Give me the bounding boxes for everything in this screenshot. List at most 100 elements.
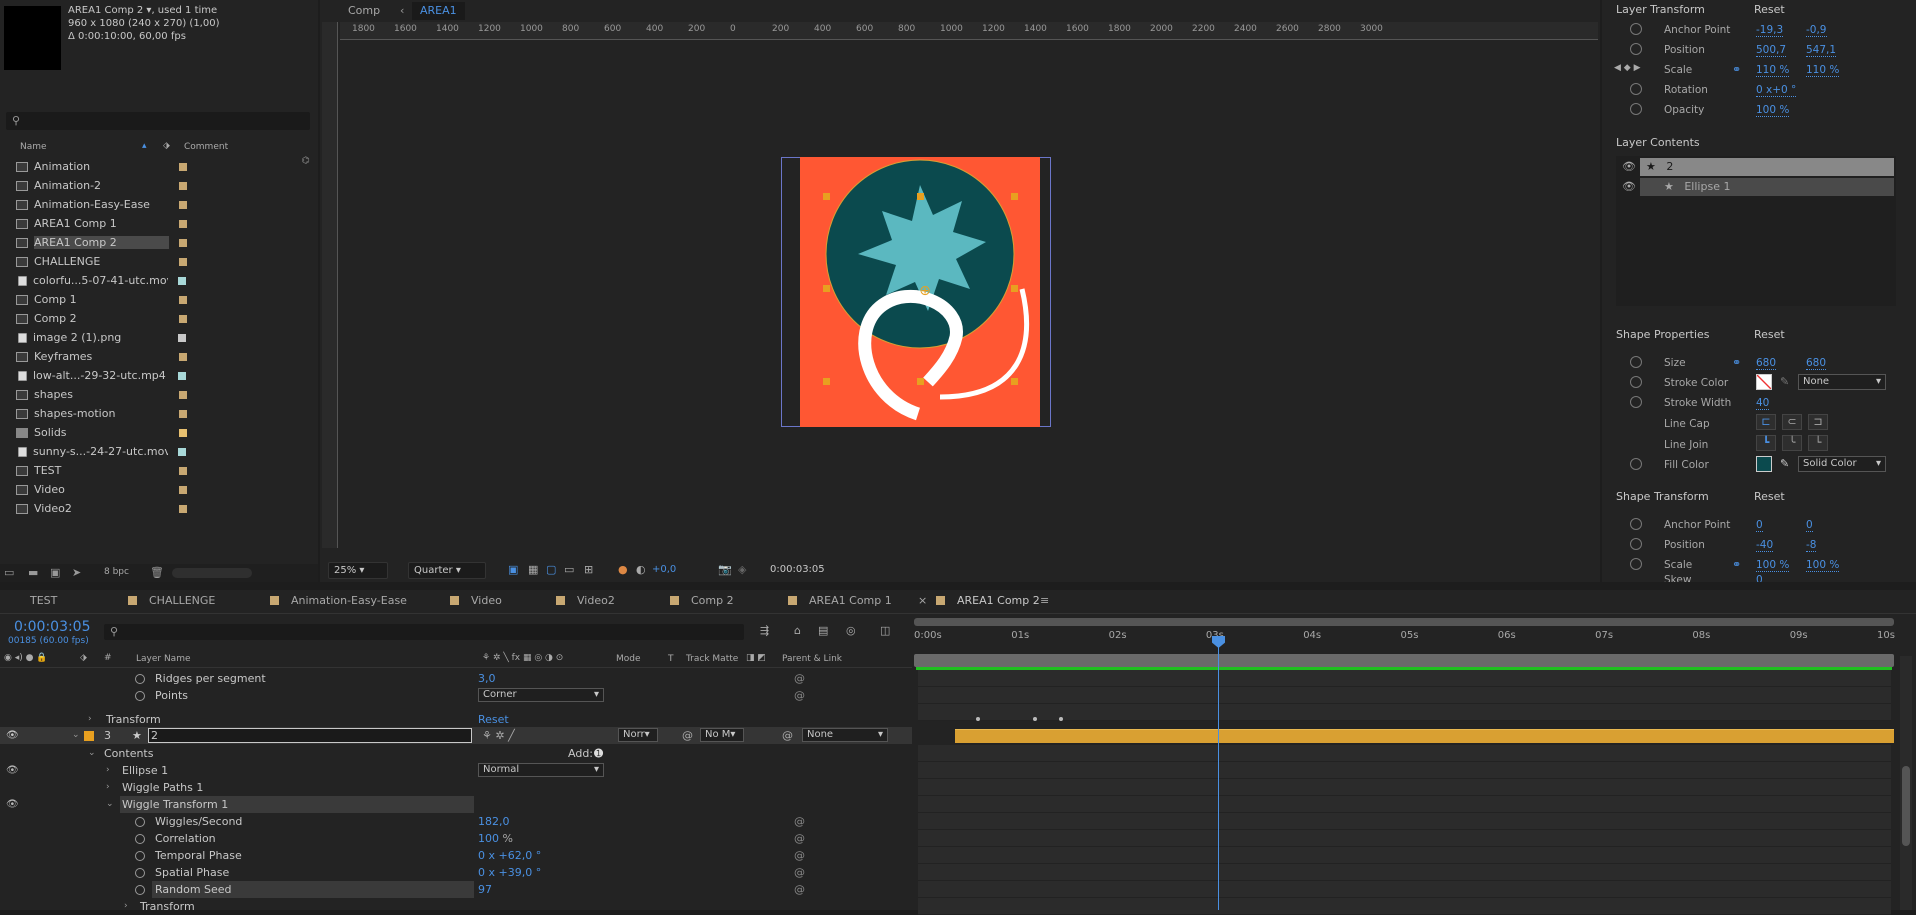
row-points[interactable]: Points Corner ▾ @ bbox=[0, 687, 912, 704]
col-parent[interactable]: Parent & Link bbox=[782, 654, 842, 664]
stopwatch-icon[interactable] bbox=[1630, 356, 1642, 368]
parent-pickwhip-icon[interactable]: @ bbox=[782, 727, 793, 744]
keyframe-dot[interactable] bbox=[976, 717, 980, 721]
comp-frame[interactable]: ⊕ bbox=[800, 157, 1040, 427]
stopwatch-icon[interactable] bbox=[135, 847, 151, 864]
label-color-swatch[interactable] bbox=[179, 257, 187, 266]
layer-duration-bar[interactable] bbox=[955, 729, 1894, 743]
col-track-matte[interactable]: Track Matte bbox=[686, 654, 738, 664]
row-random-seed[interactable]: Random Seed 97 @ bbox=[0, 881, 912, 898]
link-icon[interactable]: ⚭ bbox=[1732, 558, 1741, 571]
viewer-tab-prev[interactable]: Comp 2 bbox=[340, 2, 388, 35]
eyedropper-icon[interactable]: ✎ bbox=[1780, 457, 1789, 470]
camera-icon[interactable]: 📷 bbox=[718, 563, 732, 576]
points-dropdown[interactable]: Corner ▾ bbox=[478, 688, 604, 702]
show-snapshot-icon[interactable]: ◈ bbox=[738, 563, 746, 576]
label-color-swatch[interactable] bbox=[179, 428, 187, 437]
project-item[interactable]: Animation-2 bbox=[0, 176, 300, 195]
stopwatch-icon[interactable] bbox=[135, 687, 151, 704]
col-comment[interactable]: Comment bbox=[184, 142, 228, 152]
shape-anchor-y[interactable]: 0 bbox=[1806, 519, 1813, 532]
stopwatch-icon[interactable] bbox=[1630, 83, 1642, 95]
stopwatch-icon[interactable] bbox=[1630, 396, 1642, 408]
row-wiggle-transform[interactable]: 👁 ⌄ Wiggle Transform 1 bbox=[0, 796, 912, 813]
row-wiggle-paths[interactable]: › Wiggle Paths 1 bbox=[0, 779, 912, 796]
stopwatch-icon[interactable] bbox=[1630, 43, 1642, 55]
layer-mode-dropdown[interactable]: Norr▾ bbox=[618, 728, 658, 742]
chevron-down-icon[interactable]: ⌄ bbox=[106, 796, 114, 813]
stopwatch-icon[interactable] bbox=[1630, 518, 1642, 530]
scale-x[interactable]: 110 % bbox=[1756, 64, 1790, 77]
temporal-value[interactable]: 0 x +62,0 ° bbox=[478, 847, 541, 864]
contents-item-ellipse[interactable]: ★ Ellipse 1 bbox=[1640, 178, 1894, 196]
project-item[interactable]: sunny-s...-24-27-utc.mov bbox=[0, 442, 300, 461]
project-item[interactable]: TEST bbox=[0, 461, 300, 480]
label-color-swatch[interactable] bbox=[178, 276, 186, 285]
keyframe-dot[interactable] bbox=[1033, 717, 1037, 721]
row-ridges[interactable]: Ridges per segment 3,0 @ bbox=[0, 670, 912, 687]
project-item[interactable]: Video2 bbox=[0, 499, 300, 518]
stopwatch-icon[interactable] bbox=[1630, 23, 1642, 35]
label-color-swatch[interactable] bbox=[179, 352, 187, 361]
ridges-value[interactable]: 3,0 bbox=[478, 670, 496, 687]
stopwatch-icon[interactable] bbox=[1630, 103, 1642, 115]
expression-pickwhip-icon[interactable]: @ bbox=[794, 830, 805, 847]
label-color-swatch[interactable] bbox=[178, 371, 186, 380]
col-t[interactable]: T bbox=[668, 654, 674, 664]
shape-position-x[interactable]: -40 bbox=[1756, 539, 1774, 552]
flowchart-icon[interactable]: ⌬ bbox=[302, 156, 310, 166]
viewer-tab-active[interactable]: AREA1 Comp 2 bbox=[412, 2, 465, 53]
row-correlation[interactable]: Correlation 100 % @ bbox=[0, 830, 912, 847]
anchor-point-y[interactable]: -0,9 bbox=[1806, 24, 1827, 37]
label-color-swatch[interactable] bbox=[179, 181, 187, 190]
graph-editor-icon[interactable]: ◫ bbox=[880, 624, 890, 637]
resolution-dropdown[interactable]: Quarter ▾ bbox=[408, 562, 486, 579]
link-icon[interactable]: ⚭ bbox=[1732, 356, 1741, 369]
time-navigator[interactable] bbox=[914, 618, 1894, 626]
tab-menu-icon[interactable]: ≡ bbox=[1040, 594, 1049, 607]
parent-dropdown[interactable]: None ▾ bbox=[802, 728, 888, 742]
timeline-tab[interactable]: TEST bbox=[30, 594, 57, 607]
project-item[interactable]: CHALLENGE bbox=[0, 252, 300, 271]
track-matte-dropdown[interactable]: No M▾ bbox=[700, 728, 744, 742]
stroke-color-swatch[interactable] bbox=[1756, 374, 1772, 390]
expression-pickwhip-icon[interactable]: @ bbox=[794, 847, 805, 864]
stopwatch-icon[interactable] bbox=[1630, 538, 1642, 550]
expression-pickwhip-icon[interactable]: @ bbox=[794, 813, 805, 830]
expression-pickwhip-icon[interactable]: @ bbox=[794, 670, 805, 687]
timeline-tab[interactable]: CHALLENGE bbox=[128, 594, 215, 607]
matte-link-icon[interactable]: @ bbox=[682, 727, 693, 744]
label-color-swatch[interactable] bbox=[179, 162, 187, 171]
timeline-tab[interactable]: Video2 bbox=[556, 594, 615, 607]
chevron-down-icon[interactable]: ⌄ bbox=[88, 745, 96, 762]
stroke-mode-dropdown[interactable]: None ▾ bbox=[1798, 374, 1886, 390]
correlation-value[interactable]: 100 % bbox=[478, 830, 513, 847]
opacity-value[interactable]: 100 % bbox=[1756, 104, 1790, 117]
fill-color-swatch[interactable] bbox=[1756, 456, 1772, 472]
stopwatch-icon[interactable] bbox=[135, 881, 151, 898]
miter-join-button[interactable]: ┗ bbox=[1756, 435, 1776, 451]
shy-icon[interactable]: ▤ bbox=[818, 624, 828, 637]
label-color-swatch[interactable] bbox=[178, 333, 186, 342]
scale-y[interactable]: 110 % bbox=[1806, 64, 1840, 77]
position-x[interactable]: 500,7 bbox=[1756, 44, 1787, 57]
work-area-bar[interactable] bbox=[914, 654, 1894, 667]
shape-transform-reset[interactable]: Reset bbox=[1754, 490, 1785, 503]
project-search-input[interactable]: ⚲ bbox=[6, 112, 310, 130]
zoom-dropdown[interactable]: 25% ▾ bbox=[328, 562, 388, 579]
size-x[interactable]: 680 bbox=[1756, 357, 1777, 370]
label-color-swatch[interactable] bbox=[179, 200, 187, 209]
label-color-swatch[interactable] bbox=[179, 466, 187, 475]
grid-icon[interactable]: ⊞ bbox=[584, 563, 593, 576]
keyframe-dot[interactable] bbox=[1059, 717, 1063, 721]
bpc-label[interactable]: 8 bpc bbox=[104, 567, 129, 577]
project-item[interactable]: Comp 1 bbox=[0, 290, 300, 309]
rotation-value[interactable]: 0 x+0 ° bbox=[1756, 84, 1797, 97]
timeline-tab[interactable]: Comp 2 bbox=[670, 594, 734, 607]
eye-icon[interactable]: 👁 bbox=[1622, 160, 1636, 173]
thumbnail-zoom-slider[interactable] bbox=[172, 568, 252, 578]
region-icon[interactable]: ▣ bbox=[508, 563, 518, 576]
row-spatial-phase[interactable]: Spatial Phase 0 x +39,0 ° @ bbox=[0, 864, 912, 881]
add-circle-icon[interactable]: ➊ bbox=[594, 745, 603, 762]
project-item[interactable]: Video bbox=[0, 480, 300, 499]
